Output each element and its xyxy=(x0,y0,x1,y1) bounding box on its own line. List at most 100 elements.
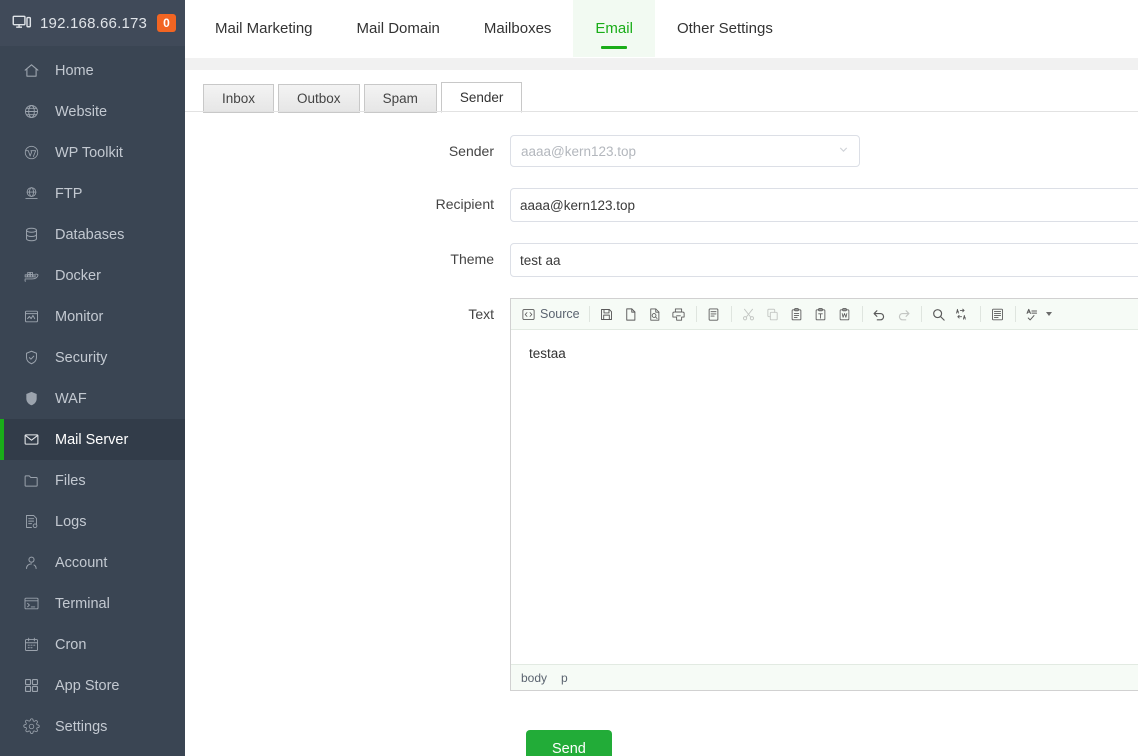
sidebar-item-home[interactable]: Home xyxy=(0,50,185,91)
new-page-icon xyxy=(623,307,638,322)
sidebar-item-settings[interactable]: Settings xyxy=(0,706,185,747)
element-path-body[interactable]: body xyxy=(521,671,547,685)
paste-icon xyxy=(789,307,804,322)
docker-icon xyxy=(22,267,40,285)
wordpress-icon xyxy=(22,144,40,162)
mail-subtabs: InboxOutboxSpamSender xyxy=(185,70,1138,112)
recipient-input[interactable]: aaaa@kern123.top xyxy=(510,188,1138,222)
sender-label: Sender xyxy=(185,135,510,167)
find-icon xyxy=(931,307,946,322)
copy-icon xyxy=(761,302,785,326)
sidebar-item-label: Mail Server xyxy=(55,432,128,448)
separator-3 xyxy=(731,306,732,322)
paste-icon[interactable] xyxy=(785,302,809,326)
paste-as-text-icon[interactable] xyxy=(809,302,833,326)
source-button[interactable]: Source xyxy=(517,302,584,326)
templates-icon[interactable] xyxy=(702,302,726,326)
sidebar-item-website[interactable]: Website xyxy=(0,91,185,132)
calendar-icon xyxy=(22,636,40,654)
send-button[interactable]: Send xyxy=(526,730,612,756)
tab-other-settings[interactable]: Other Settings xyxy=(655,0,795,57)
sidebar-item-label: Account xyxy=(55,555,107,571)
sidebar-item-label: Security xyxy=(55,350,107,366)
envelope-icon xyxy=(22,431,40,449)
paste-from-word-icon xyxy=(837,307,852,322)
sidebar-item-label: WAF xyxy=(55,391,87,407)
find-icon[interactable] xyxy=(927,302,951,326)
select-all-icon[interactable] xyxy=(986,302,1010,326)
undo-icon[interactable] xyxy=(868,302,892,326)
sidebar-item-wp-toolkit[interactable]: WP Toolkit xyxy=(0,132,185,173)
sidebar-item-logs[interactable]: Logs xyxy=(0,501,185,542)
terminal-icon xyxy=(22,595,40,613)
sidebar-host-label: 192.168.66.173 xyxy=(40,15,147,32)
subtab-sender[interactable]: Sender xyxy=(441,82,523,113)
tab-email[interactable]: Email xyxy=(573,0,655,57)
form-row-text: Text Source testaa body p xyxy=(185,298,1100,691)
notification-badge[interactable]: 0 xyxy=(157,14,176,32)
sidebar-item-cron[interactable]: Cron xyxy=(0,624,185,665)
server-monitor-icon xyxy=(12,13,32,33)
source-icon xyxy=(521,307,536,322)
sidebar-item-waf[interactable]: WAF xyxy=(0,378,185,419)
sidebar-item-account[interactable]: Account xyxy=(0,542,185,583)
preview-icon[interactable] xyxy=(643,302,667,326)
replace-icon[interactable] xyxy=(951,302,975,326)
home-icon xyxy=(22,62,40,80)
sidebar-item-label: Logs xyxy=(55,514,86,530)
text-label: Text xyxy=(185,298,510,330)
tab-mail-marketing[interactable]: Mail Marketing xyxy=(193,0,335,57)
sidebar-item-files[interactable]: Files xyxy=(0,460,185,501)
editor-content-area[interactable]: testaa xyxy=(511,330,1138,664)
sidebar-item-label: Terminal xyxy=(55,596,110,612)
save-icon xyxy=(599,307,614,322)
replace-icon xyxy=(955,307,970,322)
app-root: 192.168.66.173 0 HomeWebsiteWP Toolkit FT… xyxy=(0,0,1138,756)
sidebar-item-label: FTP xyxy=(55,186,82,202)
editor-toolbar: Source xyxy=(511,299,1138,330)
print-icon[interactable] xyxy=(667,302,691,326)
element-path-p[interactable]: p xyxy=(561,671,568,685)
sidebar-item-app-store[interactable]: App Store xyxy=(0,665,185,706)
recipient-label: Recipient xyxy=(185,188,510,220)
caret-down-icon[interactable] xyxy=(1046,312,1052,316)
sidebar-item-label: Files xyxy=(55,473,86,489)
sender-select-value: aaaa@kern123.top xyxy=(521,144,636,159)
save-icon[interactable] xyxy=(595,302,619,326)
sidebar-item-ftp[interactable]: FTP xyxy=(0,173,185,214)
editor-paragraph: testaa xyxy=(529,346,1138,361)
new-page-icon[interactable] xyxy=(619,302,643,326)
sidebar-nav-list: HomeWebsiteWP ToolkitFTPDatabasesDockerM… xyxy=(0,46,185,756)
shield-icon xyxy=(22,390,40,408)
sidebar-item-docker[interactable]: Docker xyxy=(0,255,185,296)
spellcheck-icon xyxy=(1025,307,1040,322)
gear-icon xyxy=(22,718,40,736)
database-icon xyxy=(22,226,40,244)
redo-icon xyxy=(892,302,916,326)
separator-1 xyxy=(589,306,590,322)
sidebar-item-security[interactable]: Security xyxy=(0,337,185,378)
content-panel: InboxOutboxSpamSender Sender aaaa@kern12… xyxy=(185,70,1138,756)
main-area: Mail MarketingMail DomainMailboxesEmailO… xyxy=(185,0,1138,756)
spellcheck-icon[interactable] xyxy=(1021,302,1056,326)
copy-icon xyxy=(765,307,780,322)
sender-select[interactable]: aaaa@kern123.top xyxy=(510,135,860,167)
subtab-inbox[interactable]: Inbox xyxy=(203,84,274,113)
theme-input[interactable]: test aa xyxy=(510,243,1138,277)
sidebar-item-terminal[interactable]: Terminal xyxy=(0,583,185,624)
tab-mailboxes[interactable]: Mailboxes xyxy=(462,0,574,57)
sidebar-item-mail-server[interactable]: Mail Server xyxy=(0,419,185,460)
source-button-label: Source xyxy=(540,307,580,321)
tab-mail-domain[interactable]: Mail Domain xyxy=(335,0,462,57)
cut-icon xyxy=(741,307,756,322)
grid-apps-icon xyxy=(22,677,40,695)
monitor-chart-icon xyxy=(22,308,40,326)
paste-as-text-icon xyxy=(813,307,828,322)
sidebar-item-databases[interactable]: Databases xyxy=(0,214,185,255)
paste-from-word-icon[interactable] xyxy=(833,302,857,326)
sidebar-item-monitor[interactable]: Monitor xyxy=(0,296,185,337)
undo-icon xyxy=(872,307,887,322)
subtab-outbox[interactable]: Outbox xyxy=(278,84,360,113)
subtab-spam[interactable]: Spam xyxy=(364,84,437,113)
separator-7 xyxy=(1015,306,1016,322)
